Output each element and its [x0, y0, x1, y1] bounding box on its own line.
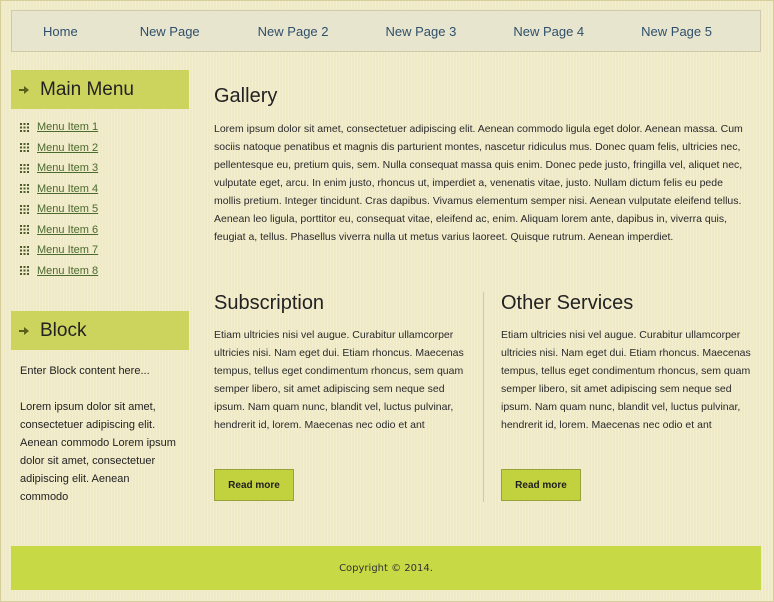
menu-item: Menu Item 3 — [20, 158, 189, 179]
menu-item-1-link[interactable]: Menu Item 1 — [37, 121, 98, 133]
main-menu-title: Main Menu — [40, 78, 134, 100]
grid-icon — [20, 266, 29, 276]
block-intro: Enter Block content here... — [20, 365, 150, 377]
main-content: Gallery Lorem ipsum dolor sit amet, cons… — [214, 80, 750, 246]
grid-icon — [20, 225, 29, 235]
menu-item: Menu Item 7 — [20, 240, 189, 261]
menu-item: Menu Item 1 — [20, 117, 189, 138]
column-divider — [483, 292, 484, 502]
other-services-read-more-button[interactable]: Read more — [501, 469, 581, 501]
gallery-text: Lorem ipsum dolor sit amet, consectetuer… — [214, 123, 743, 243]
menu-item-4-link[interactable]: Menu Item 4 — [37, 183, 98, 195]
grid-icon — [20, 122, 29, 132]
grid-icon — [20, 143, 29, 153]
arrow-right-icon — [19, 84, 31, 96]
menu-item-6-link[interactable]: Menu Item 6 — [37, 224, 98, 236]
nav-new-page[interactable]: New Page — [140, 24, 200, 39]
main-menu-list: Menu Item 1 Menu Item 2 Menu Item 3 Menu… — [11, 109, 189, 281]
grid-icon — [20, 184, 29, 194]
subscription-title: Subscription — [214, 292, 325, 314]
menu-item: Menu Item 5 — [20, 199, 189, 220]
menu-item-3-link[interactable]: Menu Item 3 — [37, 162, 98, 174]
nav-new-page-5[interactable]: New Page 5 — [641, 24, 712, 39]
content-columns: Subscription Etiam ultricies nisi vel au… — [214, 290, 751, 502]
subscription-text: Etiam ultricies nisi vel augue. Curabitu… — [214, 329, 464, 431]
grid-icon — [20, 163, 29, 173]
menu-item: Menu Item 4 — [20, 179, 189, 200]
menu-item-2-link[interactable]: Menu Item 2 — [37, 142, 98, 154]
copyright-text: Copyright © 2014. — [339, 562, 433, 574]
top-navigation: Home New Page New Page 2 New Page 3 New … — [11, 10, 761, 52]
other-services-title: Other Services — [501, 292, 634, 314]
grid-icon — [20, 204, 29, 214]
footer: Copyright © 2014. — [11, 546, 761, 590]
menu-item-8-link[interactable]: Menu Item 8 — [37, 265, 98, 277]
block-content: Enter Block content here... Lorem ipsum … — [11, 350, 189, 506]
nav-new-page-3[interactable]: New Page 3 — [386, 24, 457, 39]
sidebar: Main Menu Menu Item 1 Menu Item 2 Menu I… — [11, 70, 189, 524]
subscription-read-more-button[interactable]: Read more — [214, 469, 294, 501]
block-title: Block — [40, 319, 87, 341]
menu-item-5-link[interactable]: Menu Item 5 — [37, 203, 98, 215]
grid-icon — [20, 245, 29, 255]
nav-home[interactable]: Home — [43, 24, 78, 39]
block-header: Block — [11, 311, 189, 350]
block-text: Lorem ipsum dolor sit amet, consectetuer… — [20, 401, 176, 503]
menu-item: Menu Item 2 — [20, 138, 189, 159]
menu-item: Menu Item 6 — [20, 220, 189, 241]
other-services-text: Etiam ultricies nisi vel augue. Curabitu… — [501, 329, 751, 431]
other-services-column: Other Services Etiam ultricies nisi vel … — [501, 290, 751, 434]
menu-item-7-link[interactable]: Menu Item 7 — [37, 244, 98, 256]
subscription-column: Subscription Etiam ultricies nisi vel au… — [214, 290, 464, 434]
menu-item: Menu Item 8 — [20, 261, 189, 282]
arrow-right-icon — [19, 325, 31, 337]
nav-new-page-2[interactable]: New Page 2 — [258, 24, 329, 39]
main-menu-header: Main Menu — [11, 70, 189, 109]
page-title: Gallery — [214, 85, 278, 107]
nav-new-page-4[interactable]: New Page 4 — [513, 24, 584, 39]
